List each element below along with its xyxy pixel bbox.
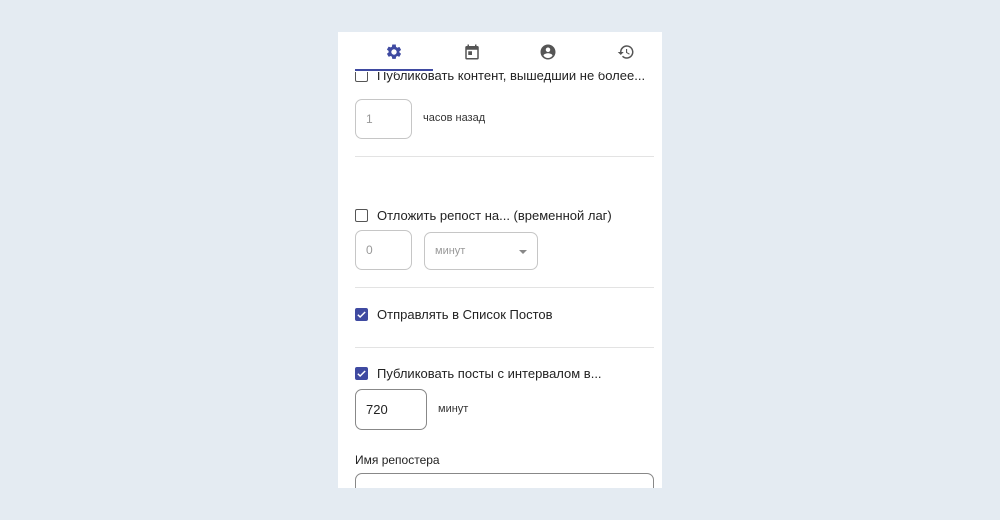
publish-interval-minutes-input[interactable]: 720 — [355, 389, 427, 430]
check-icon — [357, 311, 366, 319]
publish-recent-hours-input[interactable]: 1 — [355, 99, 412, 139]
publish-recent-label: Публиковать контент, вышедший не более..… — [377, 72, 646, 83]
reposter-name-input[interactable]: Reel Boss — [355, 473, 654, 488]
history-icon — [617, 45, 634, 59]
tab-bar — [338, 32, 662, 72]
publish-interval-label: Публиковать посты с интервалом в... — [377, 366, 602, 381]
section-divider — [355, 156, 654, 157]
publish-recent-option[interactable]: Публиковать контент, вышедший не более..… — [355, 72, 645, 83]
section-divider — [355, 287, 654, 288]
tab-account[interactable] — [509, 32, 587, 72]
settings-panel: Публиковать контент, вышедший не более..… — [338, 32, 662, 488]
active-tab-indicator — [355, 69, 433, 71]
settings-content: Публиковать контент, вышедший не более..… — [355, 72, 654, 488]
check-icon — [357, 370, 366, 378]
tab-settings[interactable] — [355, 32, 433, 72]
publish-interval-unit: минут — [438, 403, 469, 415]
delay-repost-unit-select[interactable]: минут — [424, 232, 538, 270]
account-circle-icon — [540, 44, 556, 60]
send-to-list-option[interactable]: Отправлять в Список Постов — [355, 307, 553, 322]
publish-recent-checkbox[interactable] — [355, 72, 368, 82]
delay-repost-label: Отложить репост на... (временной лаг) — [377, 208, 612, 223]
tab-history[interactable] — [587, 32, 662, 72]
send-to-list-label: Отправлять в Список Постов — [377, 307, 553, 322]
delay-repost-unit-value: минут — [435, 245, 466, 257]
delay-repost-checkbox[interactable] — [355, 209, 368, 222]
chevron-down-icon — [519, 250, 527, 254]
publish-interval-checkbox[interactable] — [355, 367, 368, 380]
publish-recent-unit: часов назад — [423, 112, 486, 124]
delay-repost-value-input[interactable]: 0 — [355, 230, 412, 270]
publish-interval-option[interactable]: Публиковать посты с интервалом в... — [355, 366, 602, 381]
reposter-name-label: Имя репостера — [355, 453, 440, 467]
send-to-list-checkbox[interactable] — [355, 308, 368, 321]
section-divider — [355, 347, 654, 348]
tab-schedule[interactable] — [433, 32, 511, 72]
gear-icon — [386, 44, 402, 59]
calendar-icon — [465, 44, 479, 60]
delay-repost-option[interactable]: Отложить репост на... (временной лаг) — [355, 208, 612, 223]
